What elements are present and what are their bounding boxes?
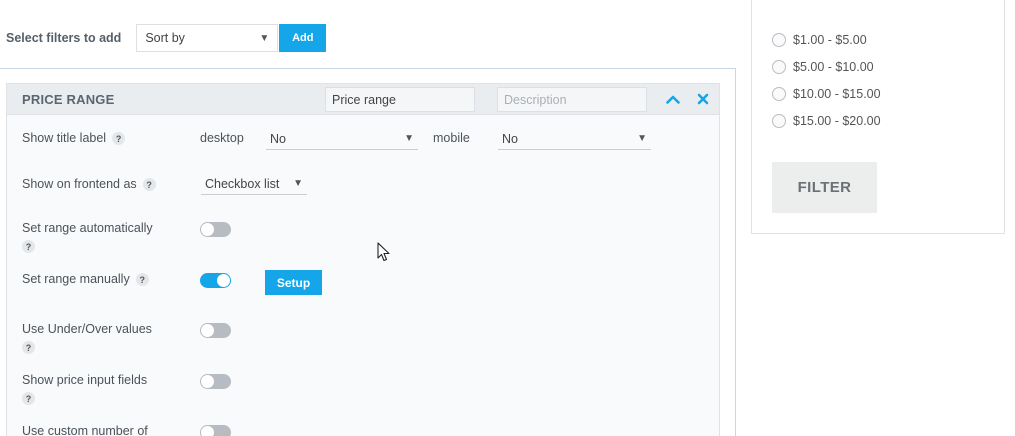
price-option-label: $10.00 - $15.00 xyxy=(793,87,881,101)
under-over-text: Use Under/Over values xyxy=(22,322,152,336)
collapse-chevron-up-icon[interactable] xyxy=(664,90,682,108)
mouse-cursor-icon xyxy=(377,242,391,265)
help-icon[interactable]: ? xyxy=(22,341,35,354)
under-over-toggle[interactable] xyxy=(200,323,231,338)
set-range-auto-toggle[interactable] xyxy=(200,222,231,237)
radio-button[interactable] xyxy=(772,87,786,101)
mobile-label: mobile xyxy=(433,131,470,145)
panel-header: PRICE RANGE Price range Description xyxy=(7,84,719,115)
price-option[interactable]: $10.00 - $15.00 xyxy=(772,87,881,101)
price-option-label: $5.00 - $10.00 xyxy=(793,60,874,74)
frontend-display-select-value: Checkbox list xyxy=(205,176,280,191)
help-icon[interactable]: ? xyxy=(22,392,35,405)
show-on-frontend-text: Show on frontend as xyxy=(22,177,137,191)
frame-border-right xyxy=(735,68,736,436)
price-inputs-row: Show price input fields ? xyxy=(22,373,147,405)
price-option-label: $15.00 - $20.00 xyxy=(793,114,881,128)
custom-number-text: Use custom number of xyxy=(22,424,148,436)
price-option[interactable]: $1.00 - $5.00 xyxy=(772,33,867,47)
set-range-manual-text: Set range manually xyxy=(22,272,130,286)
show-title-label-row: Show title label? xyxy=(22,131,126,146)
filter-type-select-value: Sort by xyxy=(145,31,185,45)
set-range-auto-row: Set range automatically ? xyxy=(22,221,153,253)
price-inputs-toggle[interactable] xyxy=(200,374,231,389)
show-on-frontend-row: Show on frontend as? xyxy=(22,177,156,192)
price-filter-widget: $1.00 - $5.00 $5.00 - $10.00 $10.00 - $1… xyxy=(751,0,1005,234)
help-icon[interactable]: ? xyxy=(135,273,149,287)
price-option[interactable]: $15.00 - $20.00 xyxy=(772,114,881,128)
filter-button[interactable]: FILTER xyxy=(772,162,877,213)
set-range-manual-row: Set range manually? xyxy=(22,272,149,287)
help-icon[interactable]: ? xyxy=(22,240,35,253)
caret-down-icon: ▼ xyxy=(293,178,303,189)
panel-title: PRICE RANGE xyxy=(22,92,115,107)
help-icon[interactable]: ? xyxy=(142,178,156,192)
add-filter-bar: Select filters to add Sort by ▼ Add xyxy=(6,24,327,52)
mobile-title-select-value: No xyxy=(502,131,518,146)
caret-down-icon: ▼ xyxy=(637,133,647,144)
price-inputs-text: Show price input fields xyxy=(22,373,148,387)
set-range-manual-toggle[interactable] xyxy=(200,273,231,288)
custom-number-toggle[interactable] xyxy=(200,425,231,436)
desktop-title-select[interactable]: No ▼ xyxy=(266,128,418,150)
price-range-panel: PRICE RANGE Price range Description Show… xyxy=(6,83,720,436)
under-over-row: Use Under/Over values ? xyxy=(22,322,152,354)
radio-button[interactable] xyxy=(772,114,786,128)
price-option-label: $1.00 - $5.00 xyxy=(793,33,867,47)
caret-down-icon: ▼ xyxy=(404,133,414,144)
radio-button[interactable] xyxy=(772,33,786,47)
show-title-label-text: Show title label xyxy=(22,131,107,145)
set-range-auto-text: Set range automatically xyxy=(22,221,153,235)
filter-type-select[interactable]: Sort by ▼ xyxy=(136,24,279,52)
custom-number-row: Use custom number of xyxy=(22,424,148,436)
frontend-display-select[interactable]: Checkbox list ▼ xyxy=(201,173,307,195)
price-option[interactable]: $5.00 - $10.00 xyxy=(772,60,874,74)
desktop-title-select-value: No xyxy=(270,131,286,146)
setup-button[interactable]: Setup xyxy=(265,270,322,295)
add-filter-button[interactable]: Add xyxy=(279,24,327,52)
add-filter-label: Select filters to add xyxy=(6,31,122,45)
filter-description-input[interactable]: Description xyxy=(497,87,647,112)
caret-down-icon: ▼ xyxy=(259,32,270,44)
frame-border-top xyxy=(0,68,736,69)
filter-title-input[interactable]: Price range xyxy=(325,87,475,112)
help-icon[interactable]: ? xyxy=(112,132,126,146)
radio-button[interactable] xyxy=(772,60,786,74)
desktop-label: desktop xyxy=(200,131,244,145)
mobile-title-select[interactable]: No ▼ xyxy=(498,128,651,150)
close-icon[interactable] xyxy=(694,90,712,108)
